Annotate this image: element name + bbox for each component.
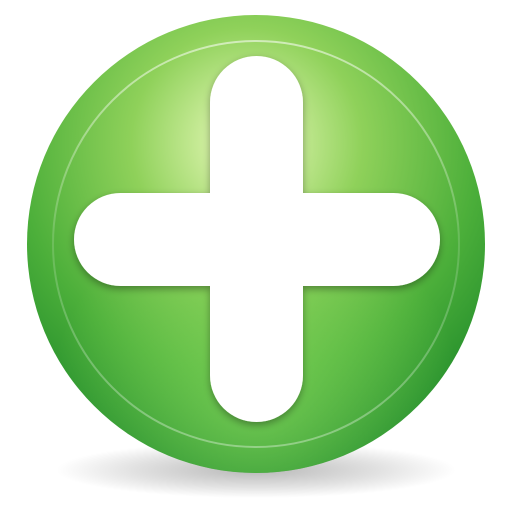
add-icon-stage	[0, 0, 512, 512]
plus-horizontal-bar	[74, 193, 440, 286]
add-icon[interactable]	[0, 0, 512, 512]
